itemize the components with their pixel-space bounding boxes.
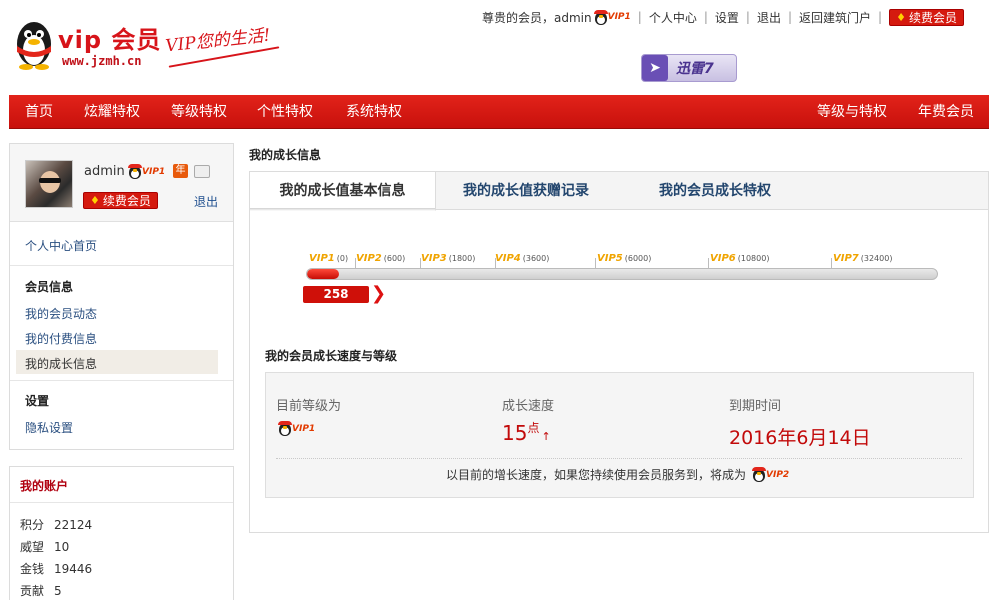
tab-growth-gifts[interactable]: 我的成长值获赠记录 [436, 172, 616, 210]
sidebar-section-settings: 设置 [25, 394, 50, 408]
level-marker: VIP7 (32400) [833, 253, 893, 264]
nav-annual-member[interactable]: 年费会员 [918, 95, 974, 129]
level-marker: VIP6 (10800) [710, 253, 770, 264]
header: vip 会员 www.jzmh.cn VIP您的生活! 尊贵的会员，admin … [0, 0, 994, 95]
sidebar-vip-badge: VIP1 [128, 164, 165, 179]
level-marker: VIP4 (3600) [495, 253, 550, 264]
link-settings[interactable]: 设置 [715, 9, 739, 26]
account-row-points: 积分 22124 [20, 518, 93, 532]
tab-bar: 我的成长值基本信息 我的成长值获赠记录 我的会员成长特权 [250, 172, 988, 211]
sidebar-item-growth-info[interactable]: 我的成长信息 [25, 355, 97, 372]
sidebar-item-home[interactable]: 个人中心首页 [25, 237, 97, 254]
account-row-prestige: 威望 10 [20, 540, 70, 554]
divider: | [637, 10, 642, 24]
card-icon [194, 165, 210, 178]
account-row-contribution: 贡献 5 [20, 584, 62, 598]
link-user-center[interactable]: 个人中心 [649, 9, 697, 26]
future-level-badge: VIP2 [752, 467, 789, 482]
divider: | [878, 10, 883, 24]
divider [10, 502, 233, 503]
divider: | [703, 10, 708, 24]
avatar[interactable] [25, 160, 73, 208]
divider: | [787, 10, 793, 24]
chevron-right-icon: ❯ [371, 283, 387, 304]
growth-progress-fill [307, 269, 339, 279]
greeting: 尊贵的会员，admin [482, 10, 592, 25]
logo-text: vip 会员 [58, 26, 162, 54]
site-logo[interactable]: vip 会员 www.jzmh.cn VIP您的生活! [10, 14, 290, 74]
logo-url: www.jzmh.cn [62, 54, 142, 68]
nav-show-privileges[interactable]: 炫耀特权 [84, 95, 140, 129]
divider [10, 265, 233, 266]
level-marker: VIP2 (600) [356, 253, 406, 264]
sidebar: admin VIP1 年 ♦ 续费会员 退出 个人中心首页 会员信息 我的会员动… [9, 143, 234, 450]
growth-speed: 15点↑ [502, 421, 551, 445]
vip-penguin-icon [752, 467, 767, 482]
level-marker: VIP5 (6000) [597, 253, 652, 264]
bell-icon: ♦ [896, 10, 906, 24]
vip-penguin-icon [593, 9, 608, 25]
year-badge: 年 [173, 164, 188, 178]
link-logout[interactable]: 退出 [757, 9, 781, 26]
sidebar-username: admin [84, 164, 125, 179]
account-panel: 我的账户 积分 22124 威望 10 金钱 19446 贡献 5 [9, 466, 234, 600]
vip-penguin-icon [278, 421, 292, 436]
speed-label: 成长速度 [502, 399, 555, 414]
sidebar-item-member-activity[interactable]: 我的会员动态 [25, 305, 97, 322]
divider: | [745, 10, 750, 24]
growth-progress-bar [306, 268, 938, 280]
account-title: 我的账户 [20, 479, 69, 493]
nav-system-privileges[interactable]: 系统特权 [346, 95, 402, 129]
sidebar-item-privacy[interactable]: 隐私设置 [25, 419, 73, 436]
xunlei-banner[interactable]: ➤ 迅雷7 [641, 54, 737, 82]
growth-panel: 我的成长值基本信息 我的成长值获赠记录 我的会员成长特权 VIP1 (0) VIP… [249, 171, 989, 533]
user-vip-badge: VIP1 [593, 9, 631, 25]
section-title: 我的会员成长速度与等级 [265, 349, 398, 363]
nav-levels-and-privileges[interactable]: 等级与特权 [817, 95, 887, 129]
nav-personal-privileges[interactable]: 个性特权 [257, 95, 313, 129]
nav-home[interactable]: 首页 [25, 95, 53, 129]
profile-card: admin VIP1 年 ♦ 续费会员 退出 [10, 144, 233, 222]
bell-icon: ♦ [90, 194, 100, 207]
growth-stats: 目前等级为 VIP1 成长速度 15点↑ 到期时间 2016年6月14日 以目前… [265, 372, 974, 498]
tab-growth-privileges[interactable]: 我的会员成长特权 [620, 172, 810, 210]
top-links: 尊贵的会员，admin VIP1 | 个人中心 | 设置 | 退出 | 返回建筑… [482, 8, 964, 26]
sidebar-logout-link[interactable]: 退出 [194, 193, 218, 210]
current-level-label: 目前等级为 [276, 399, 342, 414]
tab-growth-basic[interactable]: 我的成长值基本信息 [250, 172, 436, 211]
expiry-date: 2016年6月14日 [729, 427, 871, 449]
level-marker: VIP3 (1800) [421, 253, 476, 264]
level-marker: VIP1 (0) [309, 253, 349, 264]
page-title: 我的成长信息 [249, 148, 322, 162]
level-scale: VIP1 (0) VIP2 (600) VIP3 (1800) VIP4 (3600) … [250, 250, 988, 276]
future-level-text: 以目前的增长速度，如果您持续使用会员服务到，将成为 VIP2 [446, 467, 790, 482]
vip-penguin-icon [128, 164, 142, 179]
expiry-label: 到期时间 [729, 399, 782, 414]
link-back-portal[interactable]: 返回建筑门户 [799, 9, 871, 26]
current-score-badge: 258 [303, 286, 369, 303]
penguin-logo-icon [17, 22, 51, 70]
sidebar-renew-button[interactable]: ♦ 续费会员 [83, 192, 158, 209]
sidebar-section-member: 会员信息 [25, 280, 74, 294]
sidebar-item-payment-info[interactable]: 我的付费信息 [25, 330, 97, 347]
divider [276, 458, 962, 459]
divider [10, 380, 233, 381]
account-row-money: 金钱 19446 [20, 562, 93, 576]
nav-level-privileges[interactable]: 等级特权 [171, 95, 227, 129]
current-level-badge: VIP1 [278, 421, 315, 436]
arrow-up-icon: ↑ [541, 430, 551, 443]
xunlei-bird-icon: ➤ [642, 55, 668, 81]
main-nav: 首页 炫耀特权 等级特权 个性特权 系统特权 等级与特权 年费会员 [9, 95, 989, 129]
renew-membership-button[interactable]: ♦ 续费会员 [889, 8, 964, 26]
